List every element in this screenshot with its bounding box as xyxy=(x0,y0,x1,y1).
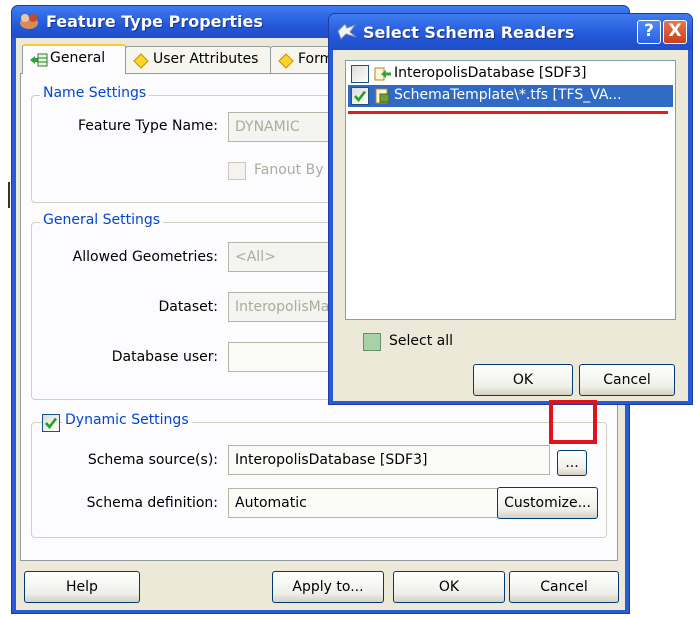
browse-schema-sources-button[interactable]: ... xyxy=(557,450,587,476)
list-item[interactable]: InteropolisDatabase [SDF3] xyxy=(348,63,673,85)
general-settings-title: General Settings xyxy=(40,212,164,228)
list-item[interactable]: SchemaTemplate\*.tfs [TFS_VA... xyxy=(348,85,673,107)
main-window-title: Feature Type Properties xyxy=(46,12,263,31)
reader-template-icon xyxy=(374,88,392,108)
schema-sources-label: Schema source(s): xyxy=(87,452,218,468)
cancel-button[interactable]: Cancel xyxy=(509,571,619,603)
database-user-label: Database user: xyxy=(111,349,218,365)
fanout-checkbox[interactable] xyxy=(228,162,246,180)
table-arrow-icon xyxy=(30,52,48,68)
dialog-app-icon xyxy=(337,22,357,44)
select-all-label: Select all xyxy=(389,333,453,349)
highlight-box xyxy=(549,400,597,444)
dataset-label: Dataset: xyxy=(158,299,218,315)
select-all-checkbox[interactable] xyxy=(363,333,381,351)
schema-readers-list[interactable]: InteropolisDatabase [SDF3] SchemaTemplat… xyxy=(345,60,676,320)
schema-definition-label: Schema definition: xyxy=(86,495,218,511)
dynamic-settings-title: Dynamic Settings xyxy=(62,412,192,428)
diamond-icon xyxy=(278,53,294,69)
diamond-icon xyxy=(133,53,149,69)
dialog-titlebar[interactable]: Select Schema Readers ? X xyxy=(329,14,692,50)
dialog-title: Select Schema Readers xyxy=(363,23,575,42)
customize-button[interactable]: Customize... xyxy=(497,487,598,519)
reader-label: SchemaTemplate\*.tfs [TFS_VA... xyxy=(394,87,622,103)
tab-general-label: General xyxy=(50,50,106,66)
help-icon[interactable]: ? xyxy=(637,20,661,44)
dynamic-settings-group: Dynamic Settings Schema source(s): Inter… xyxy=(31,412,607,538)
schema-definition-field[interactable]: Automatic xyxy=(228,488,518,518)
reader-arrow-icon xyxy=(374,66,392,86)
tab-user-attributes-label: User Attributes xyxy=(153,51,259,67)
reader-label: InteropolisDatabase [SDF3] xyxy=(394,65,587,81)
feature-type-name-label: Feature Type Name: xyxy=(78,118,218,134)
highlight-underline xyxy=(348,111,668,114)
dialog-cancel-button[interactable]: Cancel xyxy=(579,364,675,396)
allowed-geometries-label: Allowed Geometries: xyxy=(72,249,218,265)
schema-sources-field[interactable]: InteropolisDatabase [SDF3] xyxy=(228,445,550,475)
dialog-body: InteropolisDatabase [SDF3] SchemaTemplat… xyxy=(333,50,688,401)
close-icon[interactable]: X xyxy=(663,20,687,44)
dynamic-settings-checkbox[interactable] xyxy=(42,414,60,432)
dialog-ok-button[interactable]: OK xyxy=(473,364,573,396)
help-button[interactable]: Help xyxy=(24,571,140,603)
apply-to-button[interactable]: Apply to... xyxy=(272,571,384,603)
tab-user-attributes[interactable]: User Attributes xyxy=(125,46,271,74)
reader-checkbox[interactable] xyxy=(351,65,369,83)
fanout-label: Fanout By xyxy=(254,162,324,178)
select-schema-readers-dialog: Select Schema Readers ? X InteropolisDat… xyxy=(328,13,693,405)
tab-general[interactable]: General xyxy=(22,44,126,74)
app-icon xyxy=(18,11,40,31)
ok-button[interactable]: OK xyxy=(393,571,505,603)
name-settings-title: Name Settings xyxy=(40,85,150,101)
reader-checkbox[interactable] xyxy=(351,87,369,105)
edge-mark xyxy=(8,182,10,208)
